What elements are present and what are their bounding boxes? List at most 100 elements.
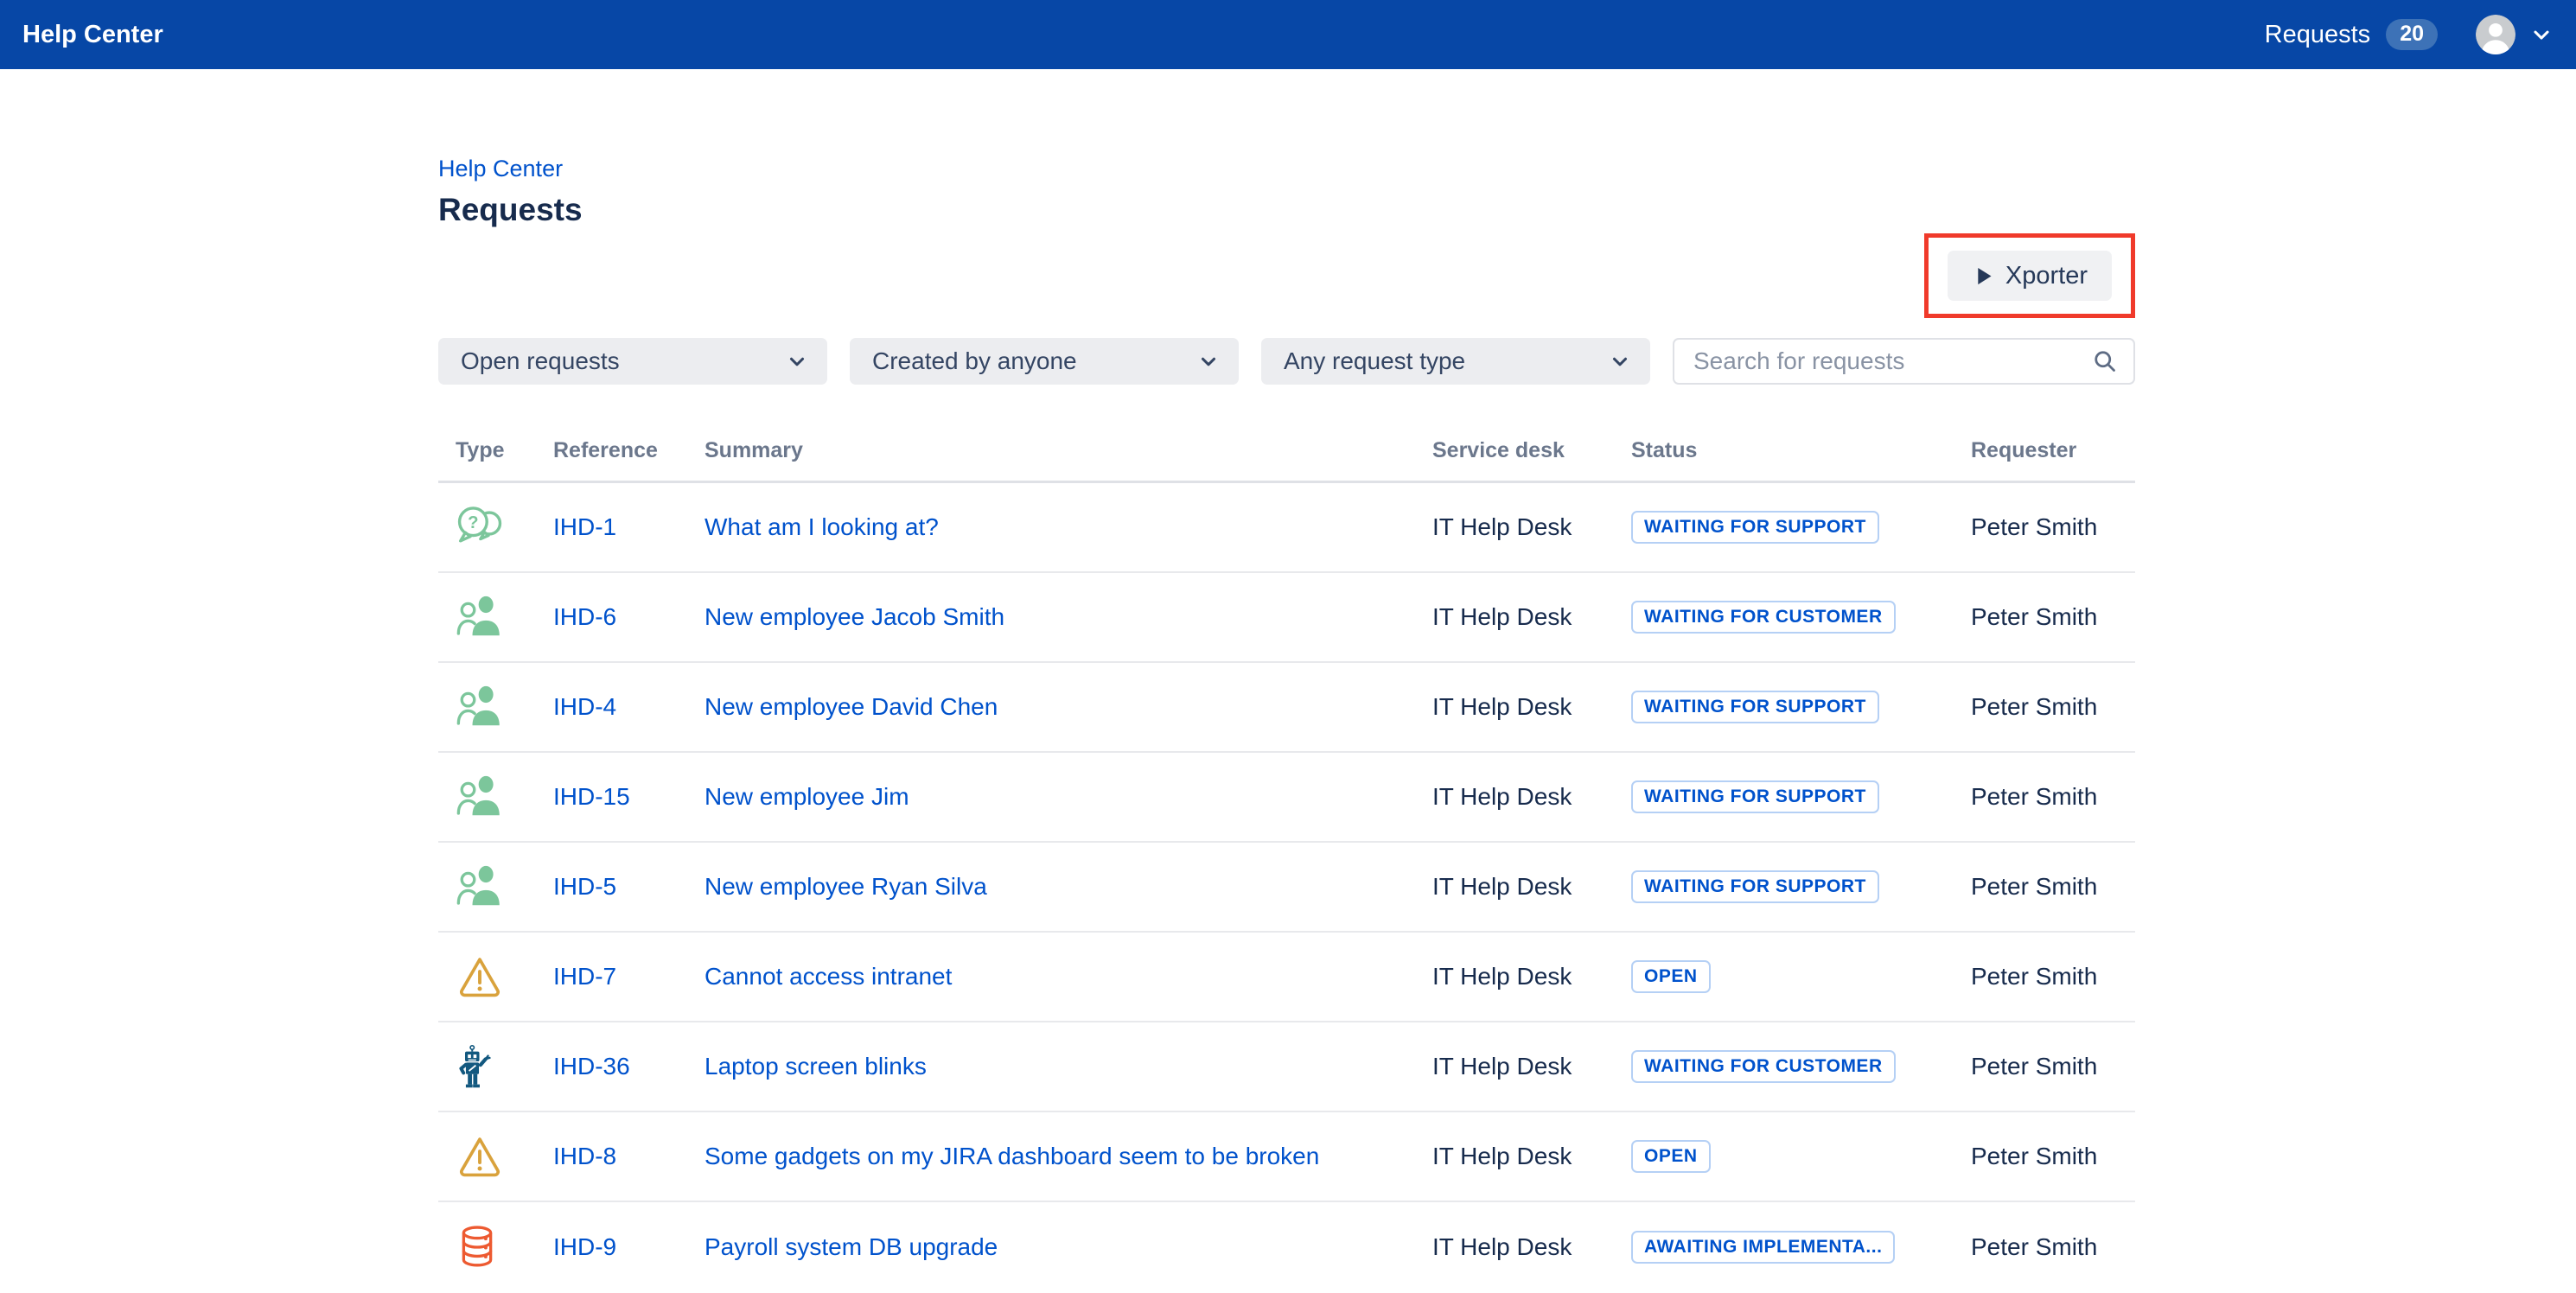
request-summary-link[interactable]: New employee Jim [705,783,909,810]
search-box [1673,338,2135,385]
requester-text: Peter Smith [1971,1143,2135,1170]
request-type-cell [438,774,553,820]
request-reference-link[interactable]: IHD-4 [553,693,616,720]
svg-text:?: ? [468,513,478,532]
creator-filter-dropdown[interactable]: Created by anyone [850,338,1239,385]
column-header-status: Status [1631,438,1971,463]
xporter-row: Xporter [438,233,2135,318]
search-icon [2092,348,2118,374]
column-header-reference: Reference [553,438,705,463]
new-employee-icon [456,684,506,730]
new-employee-icon [456,594,506,640]
column-header-type: Type [438,438,553,463]
request-type-cell [438,684,553,730]
nav-requests-label: Requests [2265,21,2371,49]
service-desk-text: IT Help Desk [1432,603,1631,631]
request-type-filter-dropdown[interactable]: Any request type [1261,338,1650,385]
request-type-cell [438,1041,553,1092]
request-summary-link[interactable]: What am I looking at? [705,513,939,540]
brand-title[interactable]: Help Center [22,21,163,49]
user-avatar[interactable] [2476,15,2515,54]
request-summary-link[interactable]: Cannot access intranet [705,963,952,990]
service-desk-text: IT Help Desk [1432,1233,1631,1261]
status-badge: AWAITING IMPLEMENTA... [1631,1231,1895,1264]
status-badge: WAITING FOR SUPPORT [1631,780,1879,813]
request-reference-link[interactable]: IHD-1 [553,513,616,540]
requests-table-body: ? IHD-1 What am I looking at? IT Help De… [438,483,2135,1292]
status-badge: WAITING FOR SUPPORT [1631,691,1879,723]
requester-text: Peter Smith [1971,1233,2135,1261]
status-filter-value: Open requests [461,347,620,375]
request-reference-link[interactable]: IHD-7 [553,963,616,990]
requests-table: Type Reference Summary Service desk Stat… [438,385,2135,1292]
request-type-filter-value: Any request type [1284,347,1465,375]
request-reference-link[interactable]: IHD-8 [553,1143,616,1169]
request-type-cell: ? [438,505,553,550]
status-badge: WAITING FOR SUPPORT [1631,511,1879,544]
topbar: Help Center Requests 20 [0,0,2576,69]
new-employee-icon [456,774,506,820]
chevron-down-icon [1197,350,1220,373]
page-title: Requests [438,192,2135,228]
robot-icon [456,1041,494,1092]
column-header-service-desk: Service desk [1432,438,1631,463]
column-header-requester: Requester [1971,438,2135,463]
request-summary-link[interactable]: Some gadgets on my JIRA dashboard seem t… [705,1143,1319,1169]
warning-triangle-icon [456,954,504,999]
table-row: IHD-7 Cannot access intranet IT Help Des… [438,933,2135,1022]
request-type-cell [438,1223,553,1271]
table-row: IHD-8 Some gadgets on my JIRA dashboard … [438,1112,2135,1202]
request-type-cell [438,863,553,910]
request-type-cell [438,954,553,999]
service-desk-text: IT Help Desk [1432,1053,1631,1080]
chevron-down-icon [786,350,808,373]
requester-text: Peter Smith [1971,963,2135,990]
requester-text: Peter Smith [1971,513,2135,541]
requester-text: Peter Smith [1971,783,2135,811]
nav-requests-link[interactable]: Requests 20 [2265,19,2438,50]
requester-text: Peter Smith [1971,603,2135,631]
service-desk-text: IT Help Desk [1432,783,1631,811]
requester-text: Peter Smith [1971,1053,2135,1080]
status-badge: WAITING FOR SUPPORT [1631,870,1879,903]
main-content: Help Center Requests Xporter Open reques… [438,69,2135,1292]
xporter-highlight-box: Xporter [1924,233,2135,318]
request-type-cell [438,1134,553,1179]
request-summary-link[interactable]: Payroll system DB upgrade [705,1233,998,1260]
table-row: ? IHD-1 What am I looking at? IT Help De… [438,483,2135,573]
table-row: IHD-4 New employee David Chen IT Help De… [438,663,2135,753]
service-desk-text: IT Help Desk [1432,1143,1631,1170]
request-summary-link[interactable]: Laptop screen blinks [705,1053,927,1080]
profile-chevron-down-icon[interactable] [2529,22,2554,47]
request-reference-link[interactable]: IHD-5 [553,873,616,900]
table-header-row: Type Reference Summary Service desk Stat… [438,385,2135,483]
request-summary-link[interactable]: New employee David Chen [705,693,998,720]
service-desk-text: IT Help Desk [1432,693,1631,721]
request-reference-link[interactable]: IHD-9 [553,1233,616,1260]
status-badge: WAITING FOR CUSTOMER [1631,601,1896,634]
filters-bar: Open requests Created by anyone Any requ… [438,338,2135,385]
request-reference-link[interactable]: IHD-15 [553,783,630,810]
table-row: IHD-9 Payroll system DB upgrade IT Help … [438,1202,2135,1292]
table-row: IHD-36 Laptop screen blinks IT Help Desk… [438,1022,2135,1112]
request-reference-link[interactable]: IHD-6 [553,603,616,630]
requester-text: Peter Smith [1971,693,2135,721]
table-row: IHD-15 New employee Jim IT Help Desk WAI… [438,753,2135,843]
service-desk-text: IT Help Desk [1432,873,1631,901]
search-input[interactable] [1693,347,2092,375]
request-reference-link[interactable]: IHD-36 [553,1053,630,1080]
breadcrumb-help-center-link[interactable]: Help Center [438,156,563,182]
status-filter-dropdown[interactable]: Open requests [438,338,827,385]
requester-text: Peter Smith [1971,873,2135,901]
service-desk-text: IT Help Desk [1432,963,1631,990]
question-bubbles-icon: ? [456,505,507,550]
request-summary-link[interactable]: New employee Jacob Smith [705,603,1004,630]
request-type-cell [438,594,553,640]
play-icon [1972,264,1995,288]
status-badge: OPEN [1631,1140,1711,1173]
creator-filter-value: Created by anyone [872,347,1077,375]
request-summary-link[interactable]: New employee Ryan Silva [705,873,987,900]
xporter-button-label: Xporter [2005,262,2088,290]
table-row: IHD-5 New employee Ryan Silva IT Help De… [438,843,2135,933]
xporter-button[interactable]: Xporter [1948,251,2112,301]
